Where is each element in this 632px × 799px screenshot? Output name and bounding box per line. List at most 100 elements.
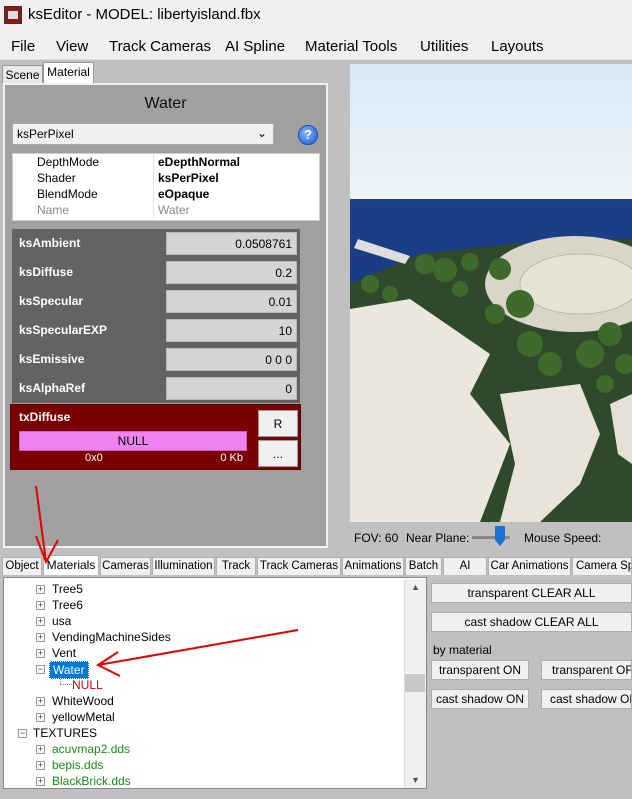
tab-car-animations[interactable]: Car Animations bbox=[488, 557, 571, 575]
tab-batch[interactable]: Batch bbox=[405, 557, 442, 575]
menu-utilities[interactable]: Utilities bbox=[420, 38, 468, 55]
variable-label: ksSpecular bbox=[19, 294, 84, 308]
tab-material[interactable]: Material bbox=[43, 62, 94, 83]
cast-shadow-clear-all-button[interactable]: cast shadow CLEAR ALL bbox=[431, 612, 632, 632]
chevron-down-icon: ⌄ bbox=[256, 126, 267, 140]
property-key: DepthMode bbox=[37, 155, 100, 169]
material-panel: Water ksPerPixel ⌄ ? DepthMode eDepthNor… bbox=[3, 83, 328, 548]
viewport-toolbar: FOV: 60 Near Plane: Mouse Speed: bbox=[350, 522, 632, 552]
property-value: Water bbox=[158, 203, 190, 217]
tab-camera-spline[interactable]: Camera Spli bbox=[572, 557, 632, 575]
variable-label: ksDiffuse bbox=[19, 265, 74, 279]
expand-icon[interactable]: + bbox=[36, 761, 45, 770]
property-key: Name bbox=[37, 203, 70, 217]
browse-texture-button[interactable]: ... bbox=[258, 440, 298, 467]
property-value: eDepthNormal bbox=[158, 155, 241, 169]
tab-scene[interactable]: Scene bbox=[2, 65, 43, 83]
variable-input[interactable]: 0.01 bbox=[166, 290, 297, 313]
divider bbox=[153, 154, 154, 170]
variable-input[interactable]: 0 bbox=[166, 377, 297, 400]
app-icon bbox=[4, 6, 22, 24]
menu-material-tools[interactable]: Material Tools bbox=[305, 38, 397, 55]
property-value: eOpaque bbox=[158, 187, 210, 201]
property-row[interactable]: DepthMode eDepthNormal bbox=[13, 154, 319, 170]
scroll-down-icon[interactable]: ▼ bbox=[411, 775, 420, 785]
tree-item[interactable]: BlackBrick.dds bbox=[52, 774, 131, 788]
menu-bar: File View Track Cameras AI Spline Materi… bbox=[0, 32, 632, 60]
texture-dimensions: 0x0 bbox=[85, 452, 103, 464]
variable-input[interactable]: 0 0 0 bbox=[166, 348, 297, 371]
shader-variables: ksAmbient 0.0508761 ksDiffuse 0.2 ksSpec… bbox=[12, 229, 300, 403]
expand-icon[interactable]: + bbox=[36, 697, 45, 706]
tree-item[interactable]: NULL bbox=[72, 678, 103, 692]
texture-info: 0x0 0 Kb bbox=[19, 452, 247, 466]
expand-icon[interactable]: + bbox=[36, 777, 45, 786]
menu-ai-spline[interactable]: AI Spline bbox=[225, 38, 285, 55]
window-title: ksEditor - MODEL: libertyisland.fbx bbox=[28, 6, 261, 23]
scrollbar-thumb[interactable] bbox=[405, 674, 425, 692]
near-plane-slider-thumb[interactable] bbox=[495, 526, 505, 546]
texture-slot: txDiffuse NULL 0x0 0 Kb R ... bbox=[10, 404, 301, 470]
variable-row: ksAmbient 0.0508761 bbox=[12, 229, 300, 258]
texture-size: 0 Kb bbox=[220, 452, 243, 464]
variable-row: ksDiffuse 0.2 bbox=[12, 258, 300, 287]
shader-select[interactable]: ksPerPixel ⌄ bbox=[12, 123, 274, 145]
tab-ai[interactable]: AI bbox=[443, 557, 487, 575]
annotation-arrow-line bbox=[97, 629, 299, 666]
property-key: Shader bbox=[37, 171, 76, 185]
title-bar: ksEditor - MODEL: libertyisland.fbx bbox=[0, 0, 632, 32]
expand-icon[interactable]: + bbox=[36, 713, 45, 722]
variable-input[interactable]: 10 bbox=[166, 319, 297, 342]
annotation-arrows bbox=[35, 485, 299, 677]
menu-view[interactable]: View bbox=[56, 38, 88, 55]
tree-item[interactable]: WhiteWood bbox=[52, 694, 114, 708]
shader-select-value: ksPerPixel bbox=[17, 127, 74, 141]
expand-icon[interactable]: + bbox=[36, 745, 45, 754]
variable-row: ksEmissive 0 0 0 bbox=[12, 345, 300, 374]
batch-actions-panel: transparent CLEAR ALL cast shadow CLEAR … bbox=[428, 577, 632, 789]
by-material-label: by material bbox=[433, 643, 492, 657]
transparent-off-button[interactable]: transparent OFF bbox=[541, 660, 632, 680]
help-icon[interactable]: ? bbox=[298, 125, 318, 145]
reload-texture-button[interactable]: R bbox=[258, 410, 298, 437]
texture-file[interactable]: NULL bbox=[19, 431, 247, 451]
fov-readout: FOV: 60 bbox=[354, 531, 399, 545]
material-properties: DepthMode eDepthNormal Shader ksPerPixel… bbox=[12, 153, 320, 221]
property-value: ksPerPixel bbox=[158, 171, 219, 185]
viewport-render bbox=[350, 64, 632, 522]
tree-item[interactable]: bepis.dds bbox=[52, 758, 103, 772]
status-strip bbox=[0, 789, 632, 799]
tree-item[interactable]: TEXTURES bbox=[33, 726, 97, 740]
menu-file[interactable]: File bbox=[11, 38, 35, 55]
property-row[interactable]: Shader ksPerPixel bbox=[13, 170, 319, 186]
collapse-icon[interactable]: − bbox=[18, 729, 27, 738]
material-name: Water bbox=[144, 95, 187, 112]
tab-animations[interactable]: Animations bbox=[342, 557, 404, 575]
texture-label: txDiffuse bbox=[19, 410, 71, 424]
variable-label: ksEmissive bbox=[19, 352, 85, 366]
property-row[interactable]: Name Water bbox=[13, 202, 319, 218]
property-row[interactable]: BlendMode eOpaque bbox=[13, 186, 319, 202]
property-key: BlendMode bbox=[37, 187, 98, 201]
scroll-up-icon[interactable]: ▲ bbox=[411, 582, 420, 592]
cast-shadow-on-button[interactable]: cast shadow ON bbox=[431, 689, 529, 709]
mouse-speed-label: Mouse Speed: bbox=[524, 531, 602, 545]
3d-viewport[interactable] bbox=[350, 64, 632, 522]
transparent-clear-all-button[interactable]: transparent CLEAR ALL bbox=[431, 583, 632, 603]
transparent-on-button[interactable]: transparent ON bbox=[431, 660, 529, 680]
variable-row: ksSpecularEXP 10 bbox=[12, 316, 300, 345]
near-plane-label: Near Plane: bbox=[406, 531, 470, 545]
variable-input[interactable]: 0.0508761 bbox=[166, 232, 297, 255]
variable-label: ksSpecularEXP bbox=[19, 323, 108, 337]
cast-shadow-off-button[interactable]: cast shadow OFF bbox=[541, 689, 632, 709]
tree-line bbox=[60, 684, 72, 685]
menu-layouts[interactable]: Layouts bbox=[491, 38, 544, 55]
variable-input[interactable]: 0.2 bbox=[166, 261, 297, 284]
divider bbox=[153, 186, 154, 202]
divider bbox=[153, 202, 154, 218]
annotation-arrow-head bbox=[35, 535, 59, 565]
variable-label: ksAlphaRef bbox=[19, 381, 86, 395]
menu-track-cameras[interactable]: Track Cameras bbox=[109, 38, 211, 55]
tree-item[interactable]: acuvmap2.dds bbox=[52, 742, 130, 756]
tree-item[interactable]: yellowMetal bbox=[52, 710, 115, 724]
